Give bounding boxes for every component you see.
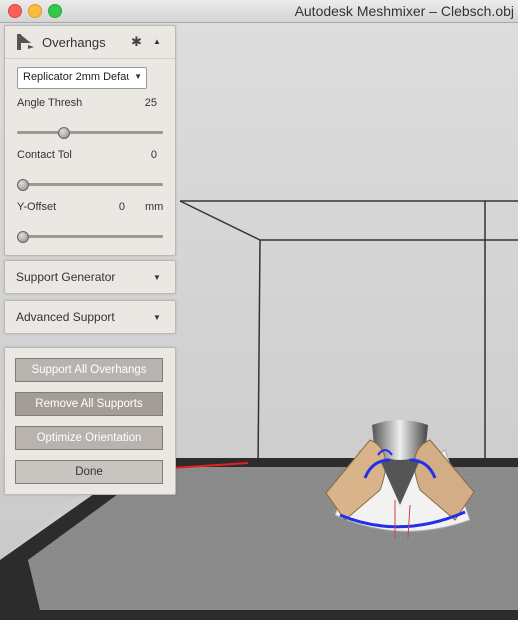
title-bar: Autodesk Meshmixer – Clebsch.obj (0, 0, 518, 23)
overhangs-title: Overhangs (42, 35, 106, 50)
close-window-button[interactable] (8, 4, 22, 18)
angle-thresh-value[interactable]: 25 (133, 97, 157, 109)
angle-thresh-label: Angle Thresh (17, 97, 83, 109)
gear-icon[interactable]: ✱ (131, 35, 142, 48)
contact-tol-value[interactable]: 0 (133, 149, 157, 161)
contact-tol-slider-thumb[interactable] (17, 179, 29, 191)
y-offset-label: Y-Offset (17, 201, 57, 213)
collapse-icon[interactable]: ▲ (153, 37, 161, 46)
optimize-orientation-button[interactable]: Optimize Orientation (15, 426, 163, 450)
support-generator-panel[interactable]: Support Generator ▼ (4, 260, 176, 294)
zoom-window-button[interactable] (48, 4, 62, 18)
preset-dropdown[interactable]: Replicator 2mm Default ▼ (17, 67, 147, 89)
contact-tol-slider[interactable] (17, 179, 163, 191)
window-title: Autodesk Meshmixer – Clebsch.obj (294, 3, 514, 19)
y-offset-slider[interactable] (17, 231, 163, 243)
angle-thresh-slider-thumb[interactable] (57, 127, 70, 139)
support-generator-title: Support Generator (16, 270, 116, 284)
contact-tol-label: Contact Tol (17, 149, 72, 161)
preset-value: Replicator 2mm Default (23, 71, 129, 83)
remove-all-supports-button[interactable]: Remove All Supports (15, 392, 163, 416)
angle-thresh-slider[interactable] (17, 127, 163, 139)
support-all-overhangs-button[interactable]: Support All Overhangs (15, 358, 163, 382)
overhangs-icon (16, 33, 36, 56)
overhangs-panel: Overhangs ✱ ▲ Replicator 2mm Default ▼ A… (4, 25, 176, 256)
chevron-down-icon[interactable]: ▼ (153, 313, 161, 322)
y-offset-value[interactable]: 0 (105, 201, 125, 213)
overhangs-header[interactable]: Overhangs ✱ ▲ (5, 26, 175, 59)
advanced-support-panel[interactable]: Advanced Support ▼ (4, 300, 176, 334)
advanced-support-title: Advanced Support (16, 310, 115, 324)
y-offset-unit: mm (145, 201, 164, 213)
chevron-down-icon: ▼ (134, 72, 142, 81)
actions-panel: Support All Overhangs Remove All Support… (4, 347, 176, 495)
done-button[interactable]: Done (15, 460, 163, 484)
y-offset-slider-thumb[interactable] (17, 231, 29, 243)
clebsch-model (325, 420, 475, 539)
minimize-window-button[interactable] (28, 4, 42, 18)
chevron-down-icon[interactable]: ▼ (153, 273, 161, 282)
